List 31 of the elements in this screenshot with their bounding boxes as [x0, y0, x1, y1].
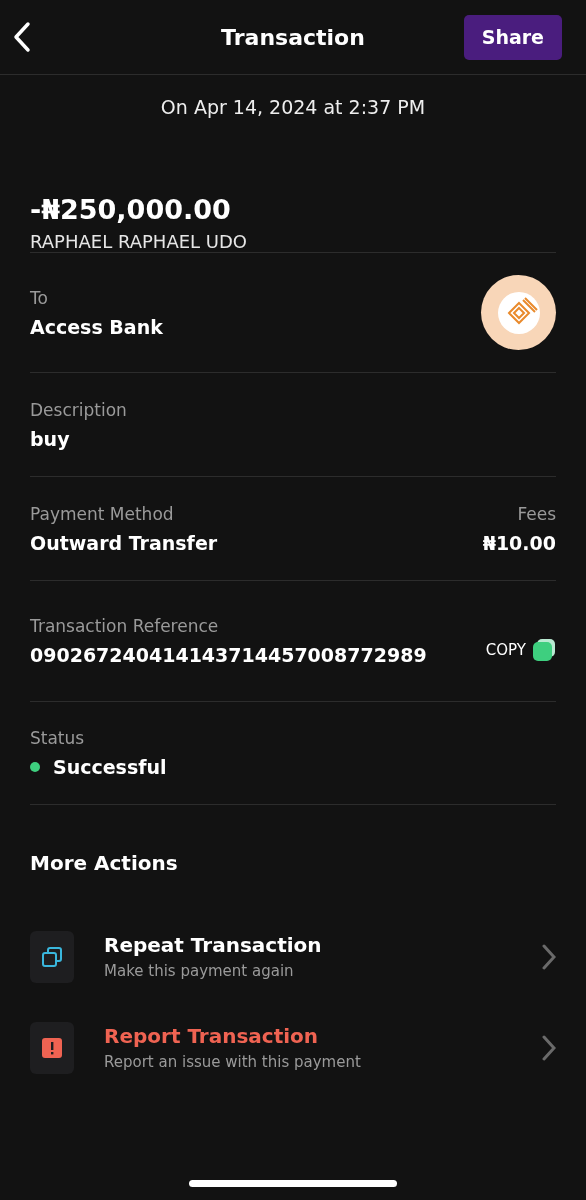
bank-name: Access Bank: [30, 315, 163, 338]
reference-number: 090267240414143714457008772989: [30, 644, 427, 666]
status-value: Successful: [53, 756, 167, 778]
action-row[interactable]: Repeat Transaction Make this payment again: [30, 911, 556, 1002]
fees-label: Fees: [517, 503, 556, 524]
copy-button[interactable]: COPY: [485, 638, 556, 662]
recipient-name: RAPHAEL RAPHAEL UDO: [30, 231, 248, 252]
field-label: Transaction Reference: [30, 616, 219, 636]
back-icon[interactable]: [12, 21, 32, 53]
copy-icon: [532, 638, 556, 662]
date-text: On Apr 14, 2024 at 2:37 PM: [160, 96, 426, 118]
chevron-right-icon: [542, 1034, 556, 1061]
copy-icon: [41, 945, 63, 968]
field-label: Description: [30, 399, 127, 420]
payment-method-value: Outward Transfer: [30, 531, 218, 554]
action-title: Repeat Transaction: [104, 933, 322, 957]
share-button[interactable]: Share: [463, 14, 562, 60]
action-row[interactable]: Report Transaction Report an issue with this payment: [30, 1002, 556, 1093]
description-value: buy: [30, 427, 70, 450]
screen-title: Transaction: [221, 24, 365, 50]
fees-value: ₦10.00: [482, 531, 556, 554]
field-label: To: [30, 287, 48, 308]
amount-text: -₦250,000.00: [30, 194, 231, 225]
field-label: Payment Method: [30, 503, 174, 524]
action-title: Report Transaction: [104, 1024, 319, 1048]
action-subtitle: Report an issue with this payment: [104, 1053, 361, 1071]
action-subtitle: Make this payment again: [104, 962, 294, 980]
field-label: Status: [30, 728, 85, 748]
alert-icon: [41, 1036, 63, 1059]
section-title: More Actions: [30, 851, 178, 875]
chevron-right-icon: [542, 943, 556, 970]
